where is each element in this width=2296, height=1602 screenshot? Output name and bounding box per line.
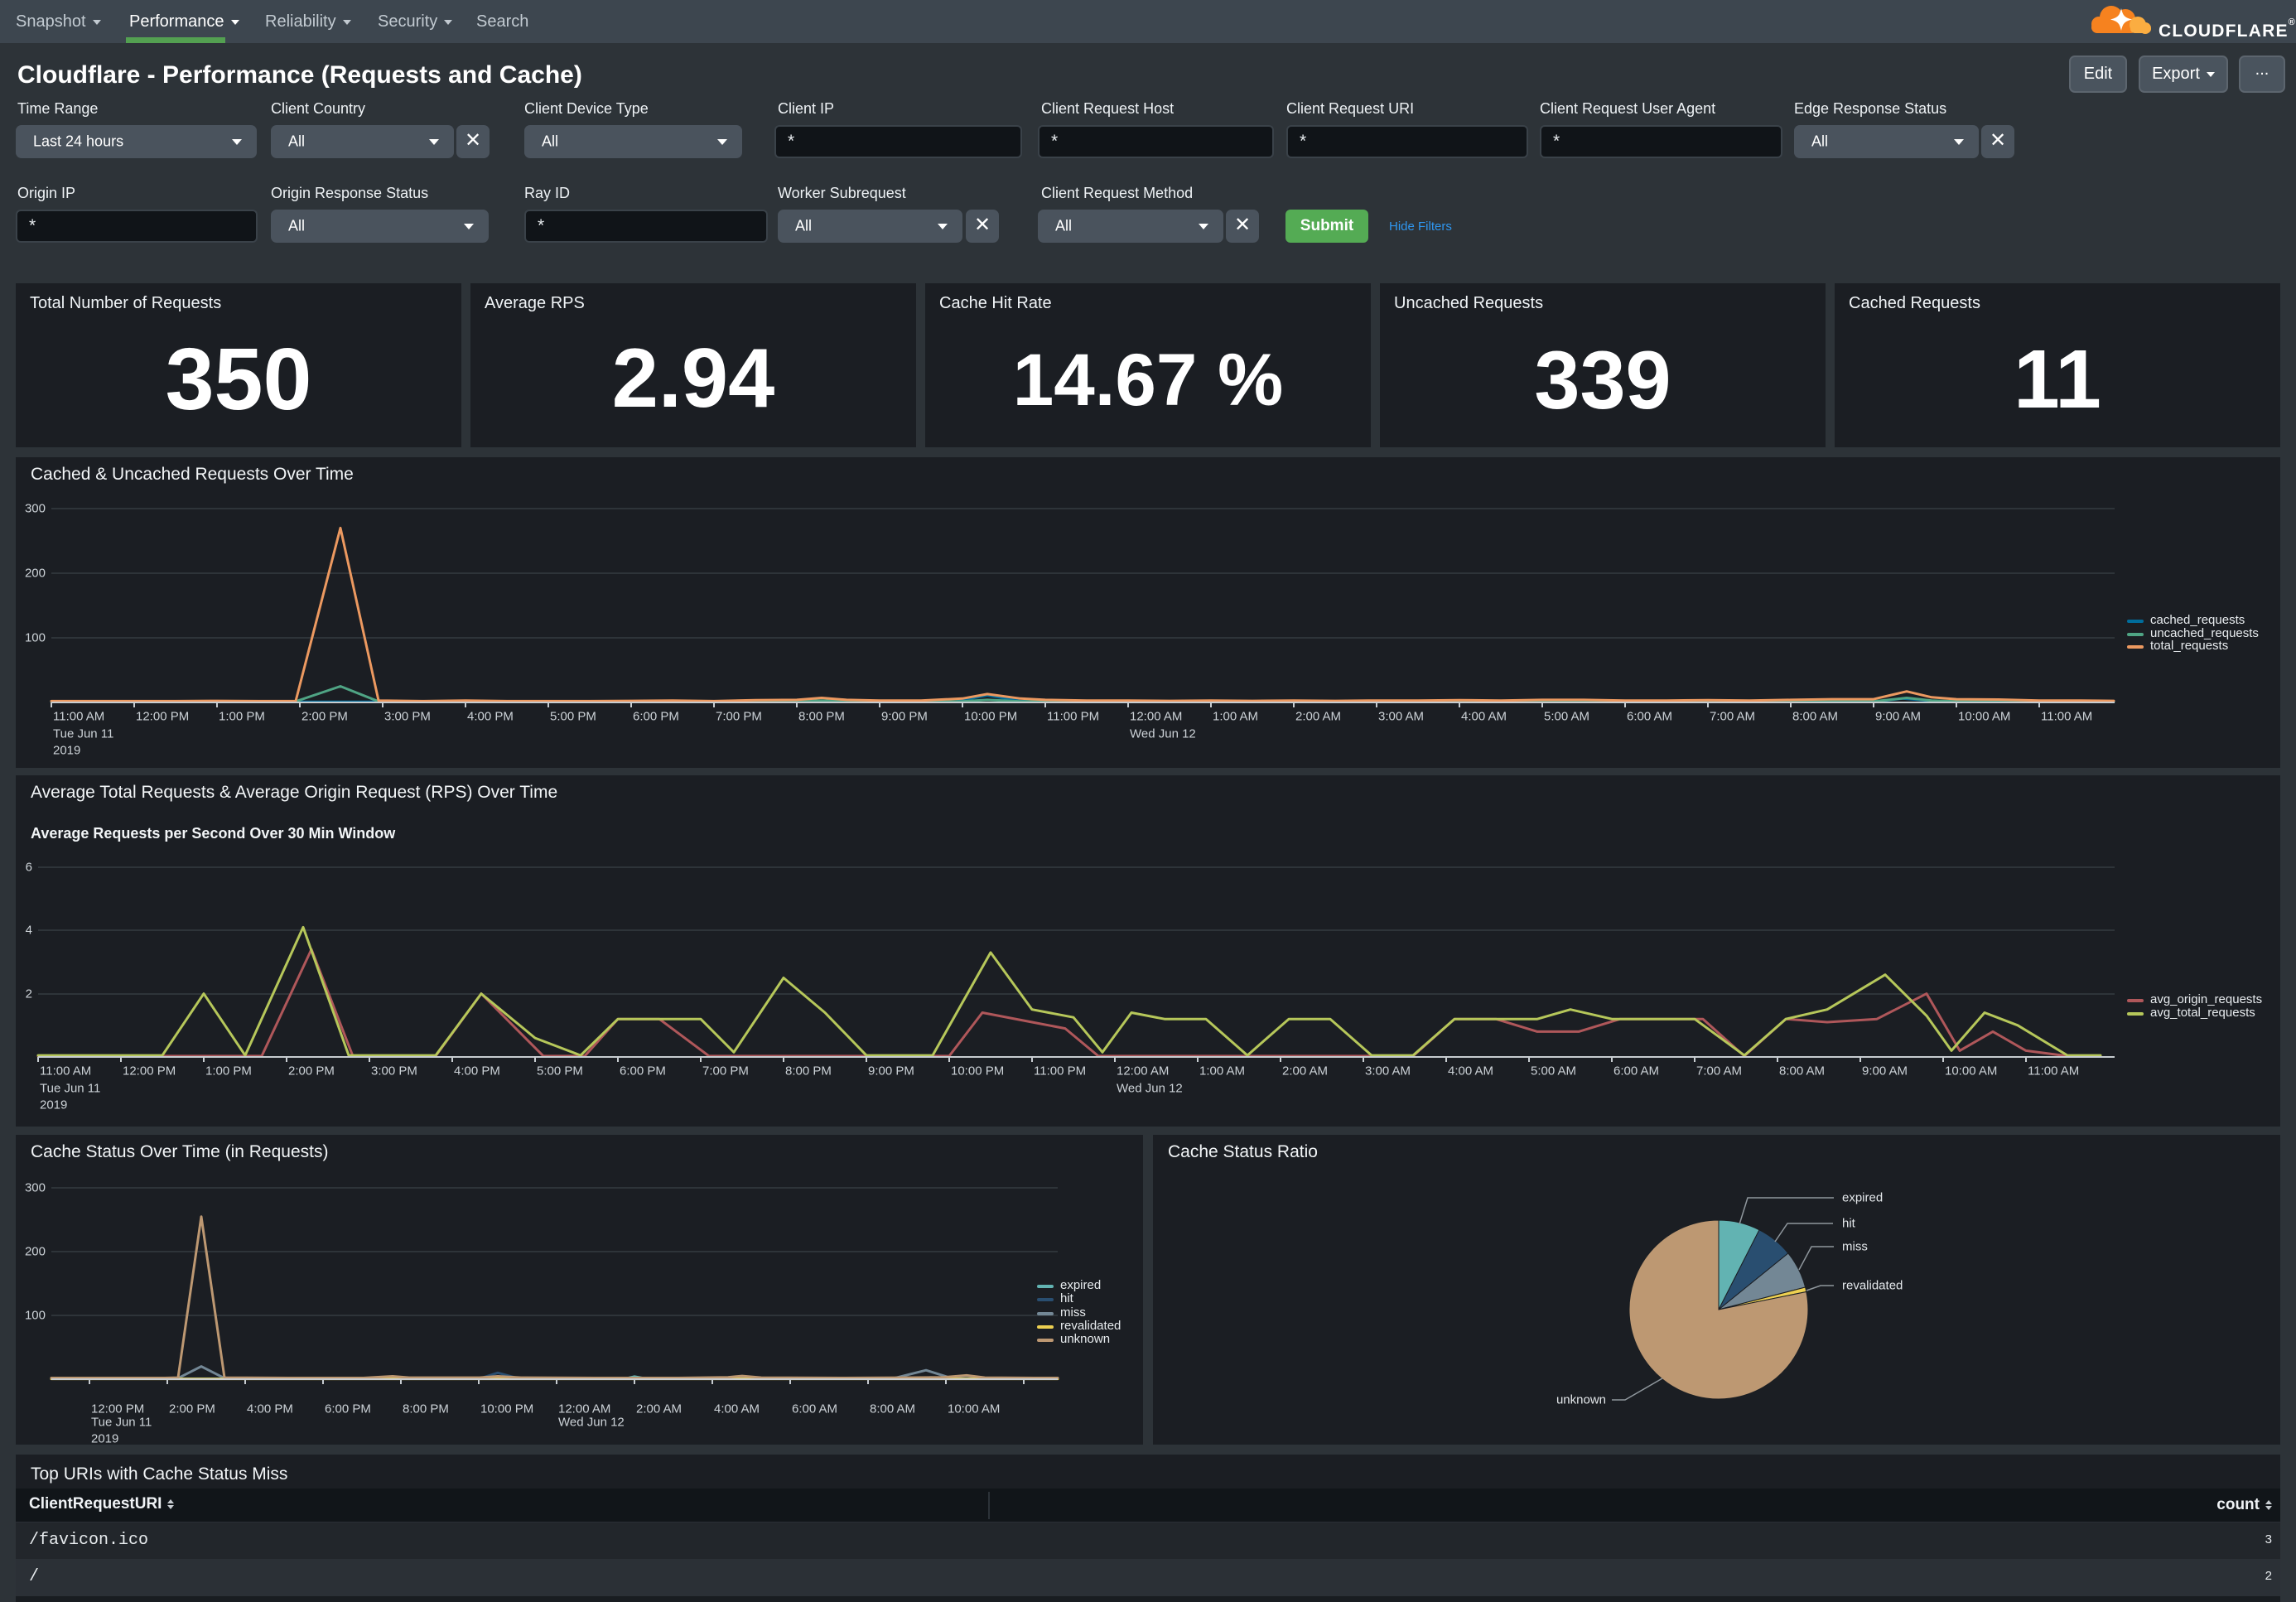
svg-text:2:00 PM: 2:00 PM bbox=[301, 710, 348, 724]
svg-text:300: 300 bbox=[25, 1181, 46, 1195]
svg-text:200: 200 bbox=[25, 567, 46, 581]
svg-text:4: 4 bbox=[26, 924, 32, 938]
svg-text:2:00 AM: 2:00 AM bbox=[1295, 710, 1341, 724]
svg-text:revalidated: revalidated bbox=[1842, 1279, 1903, 1293]
svg-text:10:00 PM: 10:00 PM bbox=[964, 710, 1017, 724]
svg-text:Tue Jun 11: Tue Jun 11 bbox=[91, 1416, 152, 1430]
svg-text:200: 200 bbox=[25, 1245, 46, 1259]
svg-text:12:00 PM: 12:00 PM bbox=[123, 1064, 176, 1078]
svg-text:9:00 AM: 9:00 AM bbox=[1862, 1064, 1908, 1078]
svg-text:5:00 PM: 5:00 PM bbox=[537, 1064, 583, 1078]
svg-text:Wed Jun 12: Wed Jun 12 bbox=[1117, 1082, 1183, 1096]
svg-text:Tue Jun 11: Tue Jun 11 bbox=[53, 727, 113, 741]
svg-text:4:00 PM: 4:00 PM bbox=[247, 1402, 293, 1416]
svg-text:100: 100 bbox=[25, 1309, 46, 1323]
svg-text:7:00 AM: 7:00 AM bbox=[1696, 1064, 1742, 1078]
svg-text:6:00 AM: 6:00 AM bbox=[1627, 710, 1672, 724]
svg-text:6:00 AM: 6:00 AM bbox=[792, 1402, 837, 1416]
svg-text:3:00 PM: 3:00 PM bbox=[384, 710, 431, 724]
svg-text:8:00 PM: 8:00 PM bbox=[403, 1402, 449, 1416]
svg-text:11:00 PM: 11:00 PM bbox=[1034, 1064, 1086, 1078]
svg-text:12:00 PM: 12:00 PM bbox=[91, 1402, 144, 1416]
svg-text:2: 2 bbox=[26, 987, 32, 1001]
svg-text:100: 100 bbox=[25, 631, 46, 645]
svg-text:6:00 PM: 6:00 PM bbox=[633, 710, 679, 724]
svg-text:9:00 PM: 9:00 PM bbox=[868, 1064, 914, 1078]
svg-text:8:00 AM: 8:00 AM bbox=[870, 1402, 915, 1416]
svg-text:unknown: unknown bbox=[1556, 1393, 1606, 1407]
svg-text:4:00 AM: 4:00 AM bbox=[714, 1402, 760, 1416]
svg-text:5:00 AM: 5:00 AM bbox=[1544, 710, 1589, 724]
svg-text:6:00 PM: 6:00 PM bbox=[620, 1064, 666, 1078]
svg-text:8:00 AM: 8:00 AM bbox=[1792, 710, 1838, 724]
svg-text:5:00 PM: 5:00 PM bbox=[550, 710, 596, 724]
svg-text:4:00 PM: 4:00 PM bbox=[454, 1064, 500, 1078]
svg-text:12:00 PM: 12:00 PM bbox=[136, 710, 189, 724]
svg-text:4:00 AM: 4:00 AM bbox=[1448, 1064, 1493, 1078]
svg-text:1:00 PM: 1:00 PM bbox=[205, 1064, 252, 1078]
svg-text:10:00 PM: 10:00 PM bbox=[951, 1064, 1004, 1078]
svg-text:8:00 AM: 8:00 AM bbox=[1779, 1064, 1825, 1078]
svg-text:12:00 AM: 12:00 AM bbox=[1130, 710, 1182, 724]
svg-text:11:00 AM: 11:00 AM bbox=[53, 710, 104, 724]
svg-text:4:00 AM: 4:00 AM bbox=[1461, 710, 1507, 724]
svg-text:11:00 AM: 11:00 AM bbox=[2028, 1064, 2079, 1078]
svg-text:11:00 PM: 11:00 PM bbox=[1047, 710, 1099, 724]
svg-text:2019: 2019 bbox=[91, 1432, 118, 1445]
svg-text:2019: 2019 bbox=[53, 744, 80, 758]
svg-text:2:00 AM: 2:00 AM bbox=[1282, 1064, 1328, 1078]
svg-text:11:00 AM: 11:00 AM bbox=[40, 1064, 91, 1078]
svg-text:8:00 PM: 8:00 PM bbox=[798, 710, 845, 724]
svg-text:2:00 AM: 2:00 AM bbox=[636, 1402, 682, 1416]
svg-text:Wed Jun 12: Wed Jun 12 bbox=[1130, 727, 1196, 741]
svg-text:Wed Jun 12: Wed Jun 12 bbox=[558, 1416, 625, 1430]
svg-text:6: 6 bbox=[26, 861, 32, 875]
svg-text:6:00 AM: 6:00 AM bbox=[1613, 1064, 1659, 1078]
svg-text:300: 300 bbox=[25, 502, 46, 516]
svg-text:7:00 PM: 7:00 PM bbox=[702, 1064, 749, 1078]
svg-text:3:00 AM: 3:00 AM bbox=[1378, 710, 1424, 724]
svg-text:7:00 PM: 7:00 PM bbox=[716, 710, 762, 724]
svg-text:8:00 PM: 8:00 PM bbox=[785, 1064, 832, 1078]
svg-text:3:00 AM: 3:00 AM bbox=[1365, 1064, 1411, 1078]
svg-text:9:00 PM: 9:00 PM bbox=[881, 710, 928, 724]
svg-text:2:00 PM: 2:00 PM bbox=[288, 1064, 335, 1078]
svg-text:7:00 AM: 7:00 AM bbox=[1710, 710, 1755, 724]
svg-text:9:00 AM: 9:00 AM bbox=[1875, 710, 1921, 724]
svg-text:expired: expired bbox=[1842, 1191, 1883, 1205]
svg-text:10:00 PM: 10:00 PM bbox=[480, 1402, 533, 1416]
svg-text:10:00 AM: 10:00 AM bbox=[1958, 710, 2010, 724]
svg-text:4:00 PM: 4:00 PM bbox=[467, 710, 514, 724]
svg-text:1:00 PM: 1:00 PM bbox=[219, 710, 265, 724]
svg-text:12:00 AM: 12:00 AM bbox=[1117, 1064, 1169, 1078]
svg-text:hit: hit bbox=[1842, 1217, 1856, 1231]
svg-text:Tue Jun 11: Tue Jun 11 bbox=[40, 1082, 100, 1096]
svg-text:3:00 PM: 3:00 PM bbox=[371, 1064, 417, 1078]
svg-text:10:00 AM: 10:00 AM bbox=[948, 1402, 1000, 1416]
svg-text:5:00 AM: 5:00 AM bbox=[1531, 1064, 1576, 1078]
svg-text:11:00 AM: 11:00 AM bbox=[2041, 710, 2092, 724]
svg-text:miss: miss bbox=[1842, 1240, 1868, 1254]
svg-text:1:00 AM: 1:00 AM bbox=[1199, 1064, 1245, 1078]
svg-text:2019: 2019 bbox=[40, 1098, 67, 1112]
svg-text:1:00 AM: 1:00 AM bbox=[1213, 710, 1258, 724]
svg-text:2:00 PM: 2:00 PM bbox=[169, 1402, 215, 1416]
svg-text:12:00 AM: 12:00 AM bbox=[558, 1402, 610, 1416]
svg-text:10:00 AM: 10:00 AM bbox=[1945, 1064, 1997, 1078]
svg-text:6:00 PM: 6:00 PM bbox=[325, 1402, 371, 1416]
